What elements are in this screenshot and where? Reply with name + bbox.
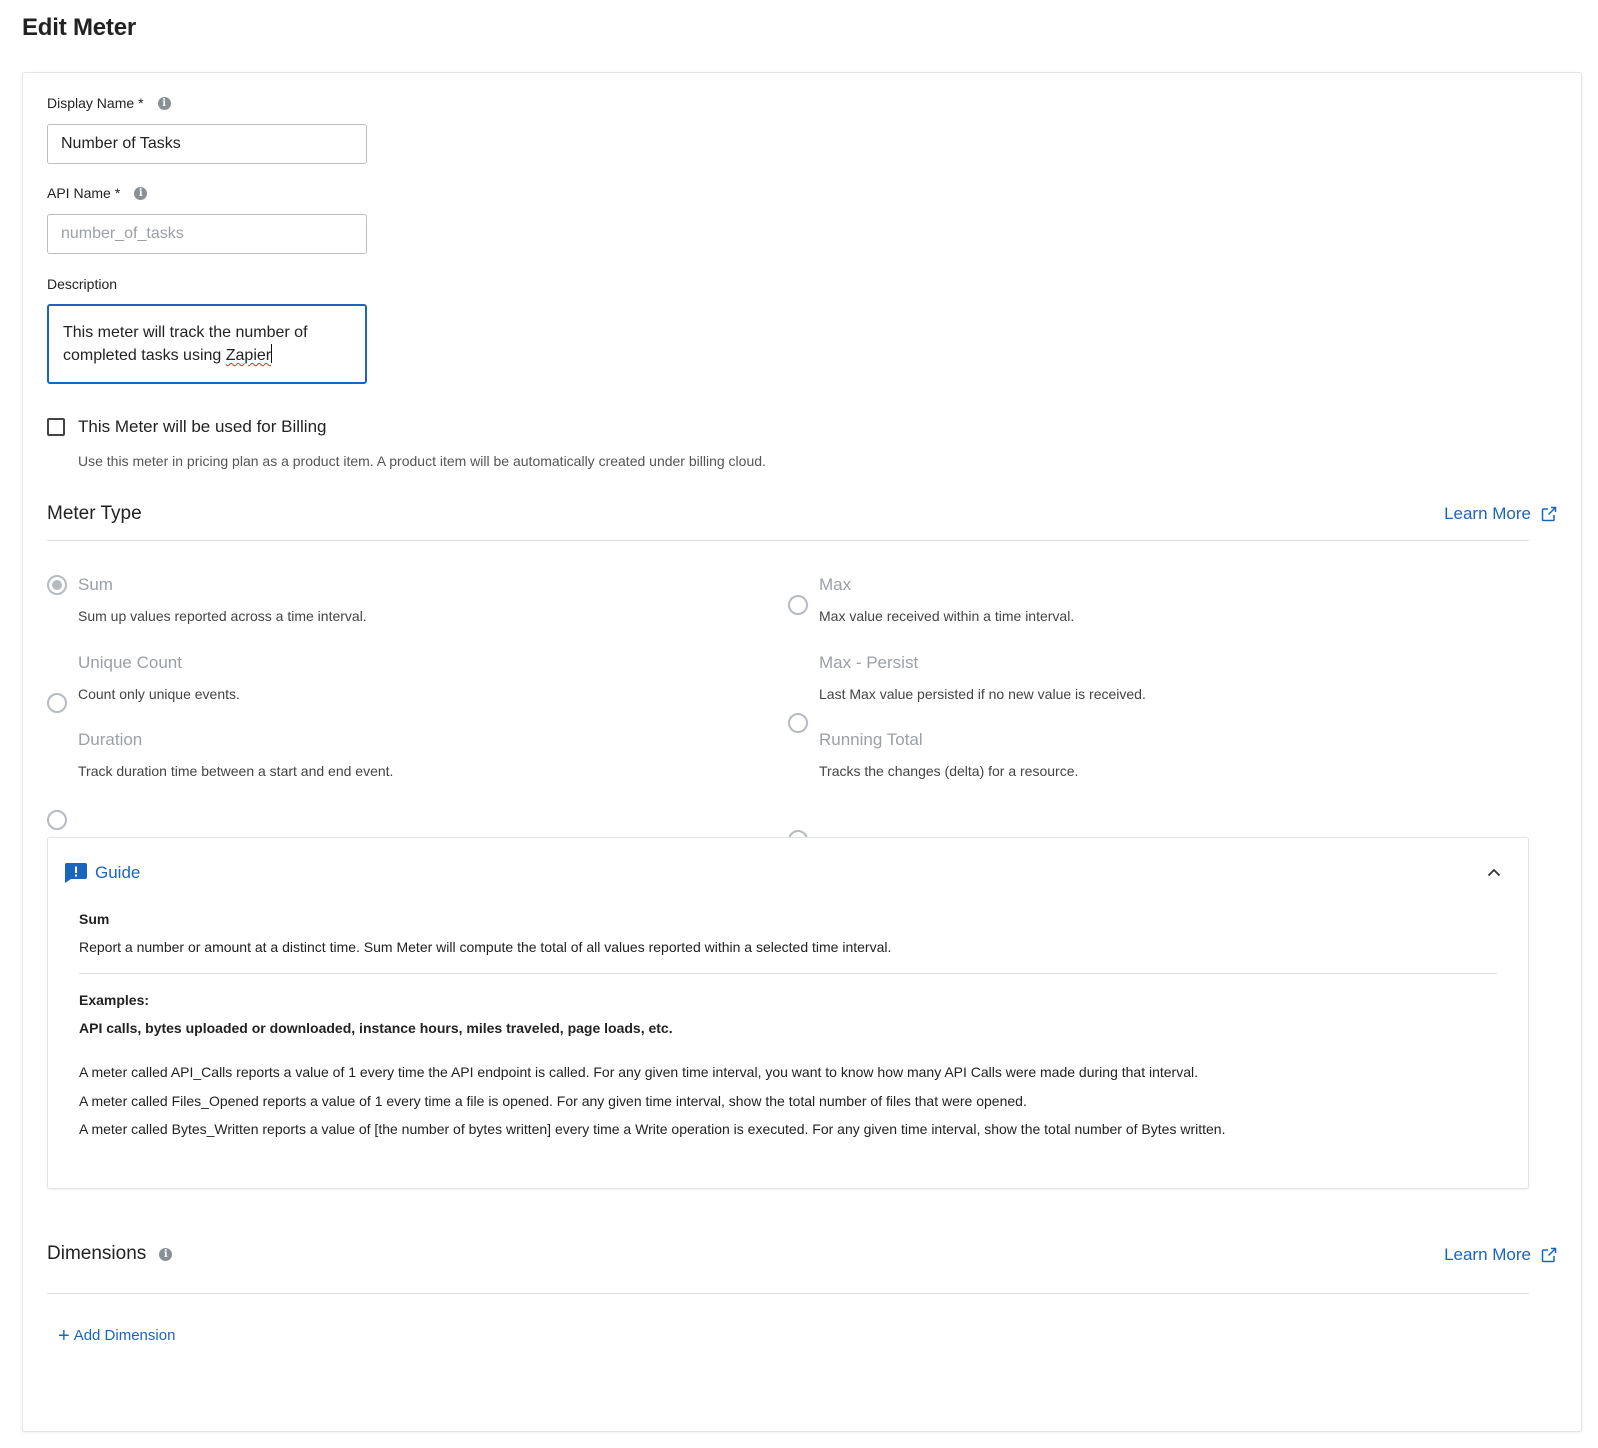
- add-dimension-button[interactable]: + Add Dimension: [58, 1324, 176, 1347]
- plus-icon: +: [58, 1324, 70, 1347]
- learn-more-label: Learn More: [1444, 504, 1531, 523]
- page-title: Edit Meter: [22, 14, 137, 41]
- description-label-text: Description: [47, 276, 118, 292]
- dimensions-divider: [47, 1293, 1529, 1294]
- external-link-icon: [1541, 506, 1557, 522]
- info-icon[interactable]: i: [157, 96, 171, 110]
- billing-checkbox[interactable]: [47, 418, 65, 436]
- guide-detail: A meter called Bytes_Written reports a v…: [79, 1121, 1226, 1137]
- radio-sum-desc: Sum up values reported across a time int…: [78, 608, 367, 624]
- radio-unique-count-label[interactable]: Unique Count: [78, 653, 182, 673]
- radio-running-total-label[interactable]: Running Total: [819, 730, 923, 750]
- description-text: completed tasks using: [63, 347, 226, 364]
- dimensions-title: Dimensions: [47, 1243, 147, 1264]
- radio-max-persist[interactable]: [788, 713, 808, 733]
- learn-more-label: Learn More: [1444, 1245, 1531, 1264]
- dimensions-header: Dimensions i: [47, 1243, 173, 1265]
- required-mark: *: [114, 185, 121, 201]
- radio-unique-count-desc: Count only unique events.: [78, 686, 240, 702]
- guide-detail: A meter called API_Calls reports a value…: [79, 1064, 1199, 1080]
- text-caret: [271, 344, 273, 363]
- meter-type-title: Meter Type: [47, 503, 142, 524]
- billing-hint: Use this meter in pricing plan as a prod…: [78, 453, 766, 469]
- meter-type-divider: [47, 540, 1529, 541]
- required-mark: *: [138, 95, 144, 111]
- api-name-label: API Name * i: [47, 185, 148, 201]
- radio-max-persist-label[interactable]: Max - Persist: [819, 653, 918, 673]
- description-textarea[interactable]: This meter will track the number of comp…: [47, 304, 367, 384]
- display-name-label-text: Display Name: [47, 95, 135, 111]
- guide-panel: Guide Sum Report a number or amount at a…: [47, 837, 1529, 1189]
- add-dimension-label: Add Dimension: [73, 1327, 176, 1344]
- dimensions-learn-more-link[interactable]: Learn More: [1444, 1245, 1557, 1265]
- info-icon[interactable]: i: [134, 186, 148, 200]
- info-icon[interactable]: i: [159, 1247, 173, 1261]
- radio-sum-label[interactable]: Sum: [78, 575, 113, 595]
- radio-max[interactable]: [788, 595, 808, 615]
- radio-duration[interactable]: [47, 810, 67, 830]
- api-name-input[interactable]: [47, 214, 367, 254]
- guide-divider: [79, 973, 1497, 974]
- radio-duration-desc: Track duration time between a start and …: [78, 763, 394, 779]
- guide-examples-list: API calls, bytes uploaded or downloaded,…: [79, 1020, 673, 1036]
- radio-sum[interactable]: [47, 575, 67, 595]
- radio-unique-count[interactable]: [47, 693, 67, 713]
- meter-form-card: Display Name * i API Name * i Descriptio…: [22, 72, 1582, 1432]
- meter-type-learn-more-link[interactable]: Learn More: [1444, 504, 1557, 524]
- display-name-label: Display Name * i: [47, 95, 171, 111]
- guide-examples-label: Examples:: [79, 992, 150, 1008]
- radio-duration-label[interactable]: Duration: [78, 730, 142, 750]
- guide-heading: Sum: [79, 911, 110, 927]
- description-label: Description: [47, 276, 117, 292]
- api-name-label-text: API Name: [47, 185, 111, 201]
- external-link-icon: [1541, 1247, 1557, 1263]
- display-name-input[interactable]: [47, 124, 367, 164]
- radio-running-total-desc: Tracks the changes (delta) for a resourc…: [819, 763, 1079, 779]
- description-line-1: This meter will track the number of: [63, 324, 308, 341]
- guide-detail: A meter called Files_Opened reports a va…: [79, 1093, 1027, 1109]
- billing-checkbox-label[interactable]: This Meter will be used for Billing: [78, 417, 326, 437]
- feedback-icon: [65, 863, 87, 883]
- guide-summary: Report a number or amount at a distinct …: [79, 939, 892, 955]
- description-line-2: completed tasks using Zapier: [63, 344, 351, 367]
- radio-max-label[interactable]: Max: [819, 575, 851, 595]
- chevron-up-icon[interactable]: [1487, 868, 1501, 877]
- radio-max-desc: Max value received within a time interva…: [819, 608, 1075, 624]
- guide-title[interactable]: Guide: [95, 863, 140, 883]
- misspelled-word: Zapier: [225, 347, 272, 364]
- radio-max-persist-desc: Last Max value persisted if no new value…: [819, 686, 1146, 702]
